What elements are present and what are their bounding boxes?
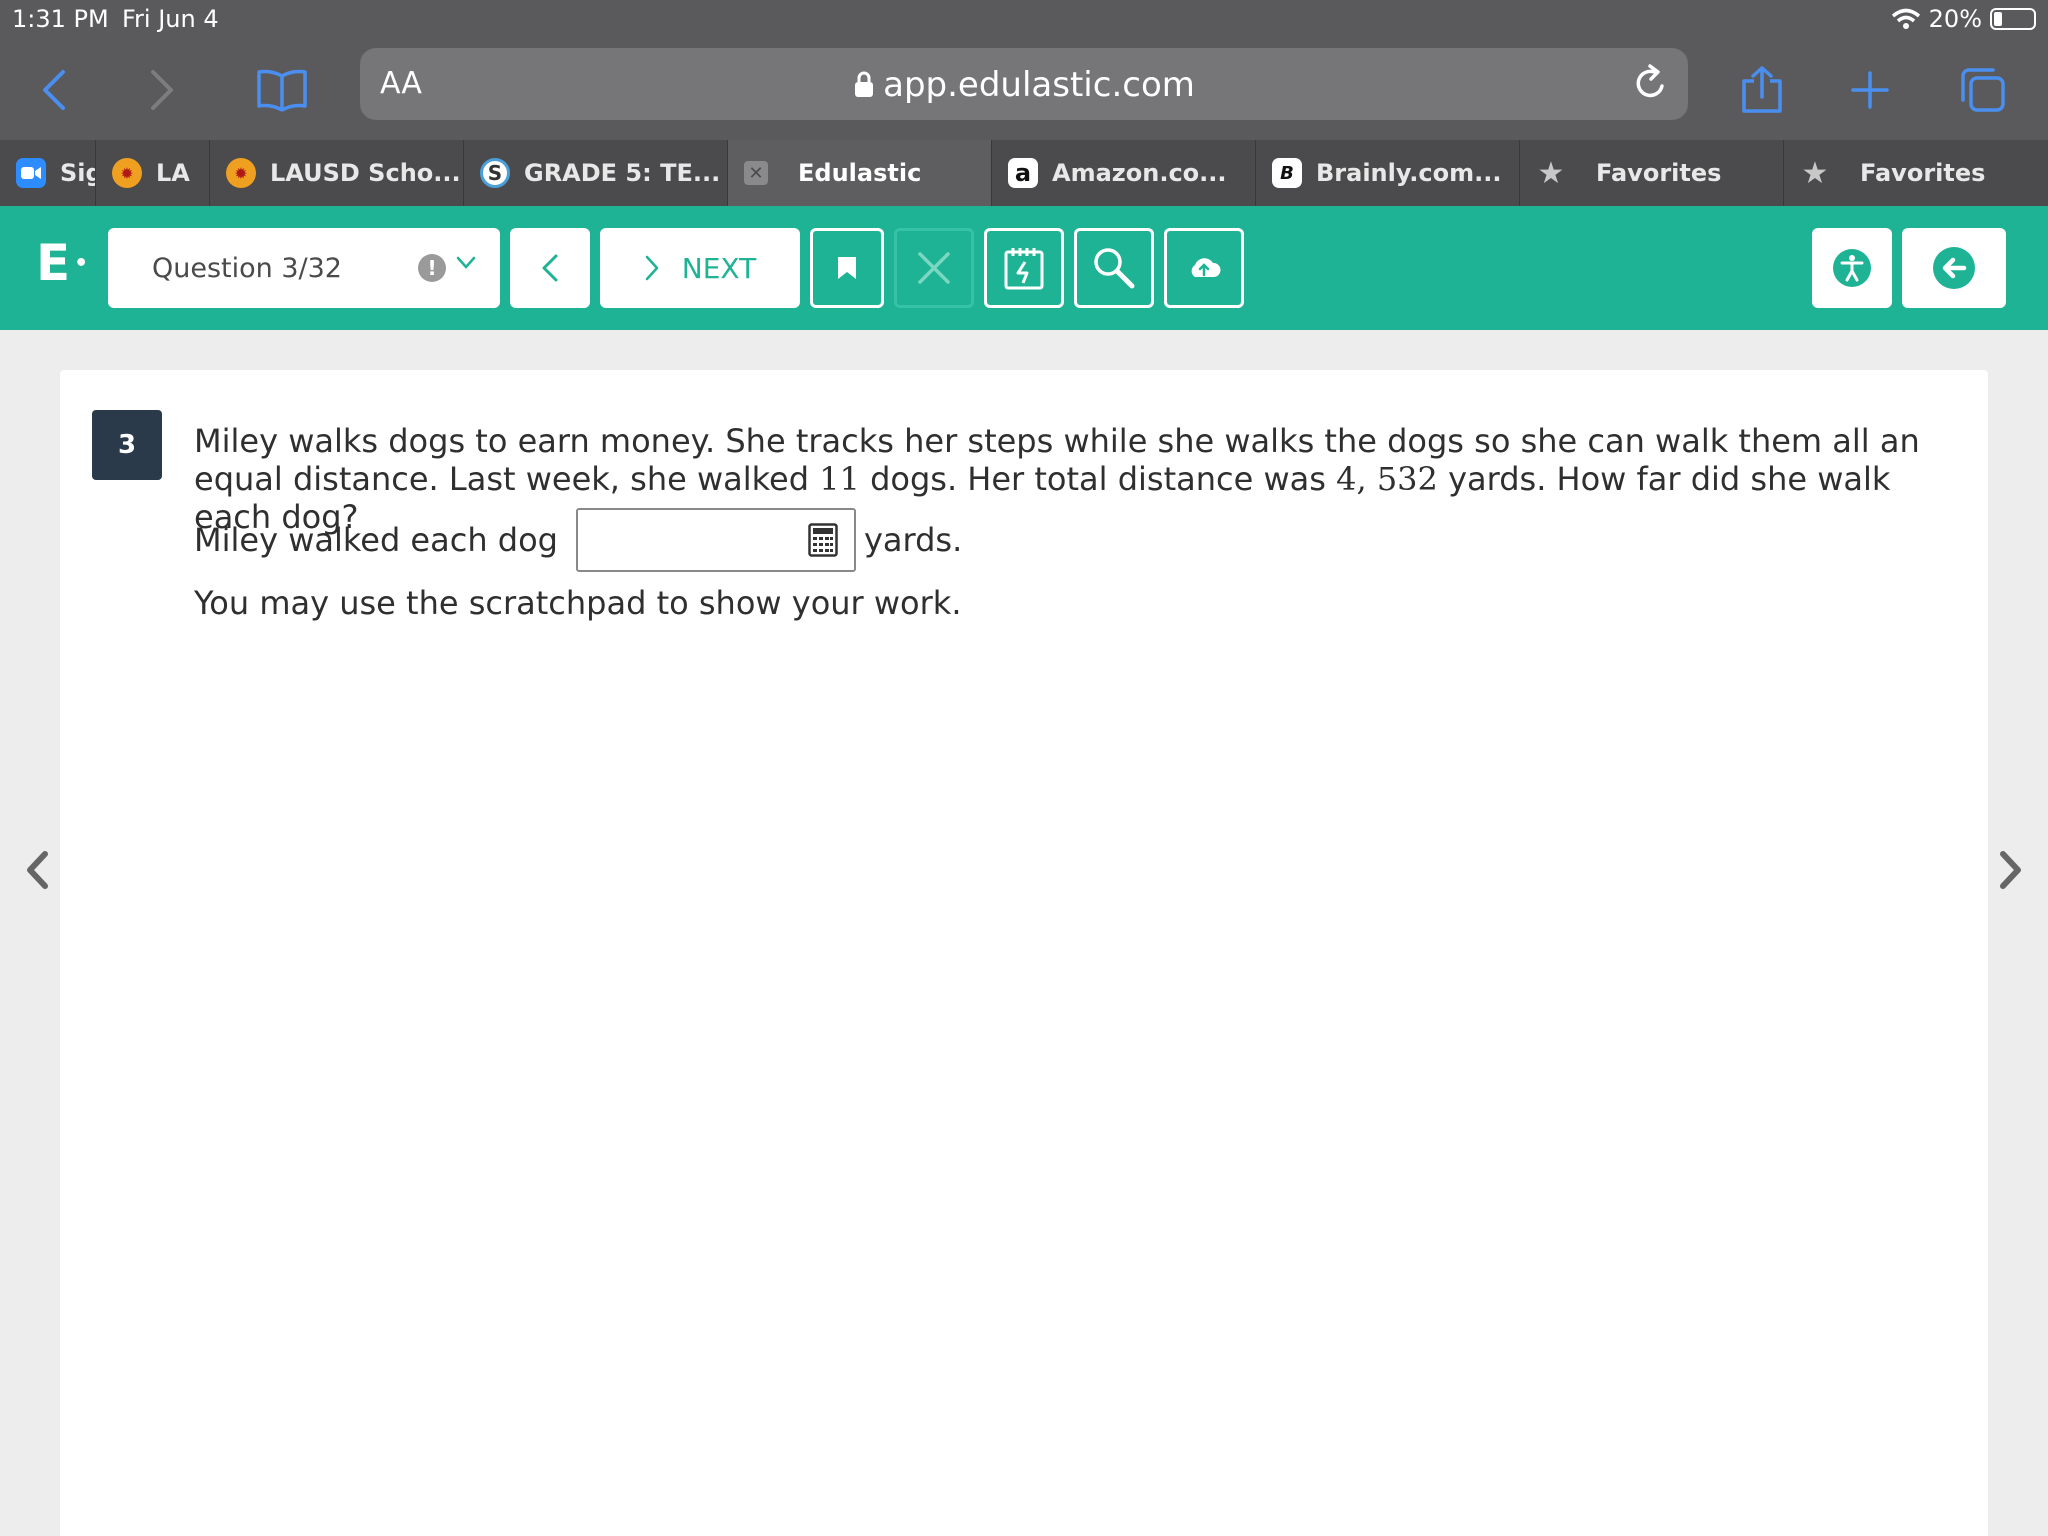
status-date: Fri Jun 4	[122, 5, 219, 33]
star-icon: ★	[1537, 155, 1565, 191]
previous-page-arrow-icon[interactable]	[24, 850, 50, 890]
tab-label: Edulastic	[798, 159, 922, 187]
question-selector-label: Question 3/32	[152, 252, 342, 284]
scratchpad-note: You may use the scratchpad to show your …	[194, 584, 962, 622]
exit-test-button[interactable]	[1902, 228, 2006, 308]
status-time: 1:31 PM	[12, 5, 109, 33]
tab-label: Favorites	[1860, 159, 1986, 187]
dogs-count: 11	[819, 460, 860, 498]
next-label: NEXT	[681, 251, 757, 285]
battery-icon	[1990, 8, 2036, 30]
previous-question-button[interactable]	[510, 228, 590, 308]
new-tab-icon[interactable]	[1840, 60, 1900, 120]
amazon-icon: a	[1008, 158, 1038, 188]
bookmark-icon	[838, 257, 856, 279]
lock-icon	[855, 71, 874, 97]
magnifier-icon	[1094, 248, 1135, 289]
prompt-text: dogs. Her total distance was	[859, 460, 1337, 498]
edulastic-logo: E •	[36, 234, 89, 292]
chevron-left-icon	[542, 254, 558, 282]
answer-input[interactable]	[575, 508, 856, 572]
scratchpad-button[interactable]	[984, 228, 1064, 308]
tab-label: GRADE 5: TE...	[524, 159, 721, 187]
upload-button[interactable]	[1164, 228, 1244, 308]
back-icon[interactable]	[24, 60, 84, 120]
battery-level	[1994, 12, 2002, 26]
magnifier-button[interactable]	[1074, 228, 1154, 308]
wifi-icon	[1891, 8, 1920, 29]
accessibility-icon	[1833, 249, 1871, 287]
tab-label: Favorites	[1596, 159, 1722, 187]
close-icon	[918, 252, 950, 284]
tab-lausd-schoology[interactable]: ✹ LAUSD Scho...	[210, 140, 464, 206]
tab-edulastic[interactable]: ✕ Edulastic	[728, 140, 992, 206]
tab-favorites[interactable]: ★ Favorites	[1784, 140, 2048, 206]
tab-amazon[interactable]: a Amazon.co...	[992, 140, 1256, 206]
tab-brainly[interactable]: B Brainly.com...	[1256, 140, 1520, 206]
question-selector[interactable]: Question 3/32 !	[108, 228, 500, 308]
accessibility-button[interactable]	[1812, 228, 1892, 308]
question-number-badge: 3	[92, 410, 162, 480]
answer-line: Miley walked each dog yards.	[194, 508, 962, 572]
tab-label: Sig	[60, 159, 95, 187]
tab-label: Brainly.com...	[1316, 159, 1502, 187]
forward-icon[interactable]	[132, 60, 192, 120]
next-page-arrow-icon[interactable]	[1998, 850, 2024, 890]
answer-suffix: yards.	[863, 521, 963, 559]
cloud-upload-icon	[1191, 258, 1221, 277]
star-icon: ★	[1801, 155, 1829, 191]
exit-arrow-icon	[1933, 247, 1975, 289]
status-bar: 1:31 PM Fri Jun 4 20%	[0, 0, 2048, 40]
tab-favorites[interactable]: ★ Favorites	[1520, 140, 1784, 206]
logo-letter: E	[36, 234, 71, 292]
tab-strip: Sig ✹ LA ✹ LAUSD Scho... S GRADE 5: TE..…	[0, 140, 2048, 206]
alert-icon: !	[418, 254, 446, 282]
lausd-icon: ✹	[112, 158, 142, 188]
assessment-toolbar: E • Question 3/32 ! NEXT	[0, 206, 2048, 330]
tab-label: LAUSD Scho...	[270, 159, 461, 187]
bookmark-button[interactable]	[810, 228, 884, 308]
browser-toolbar: AA app.edulastic.com	[0, 40, 2048, 140]
url-display[interactable]: app.edulastic.com	[360, 65, 1688, 105]
brainly-icon: B	[1272, 158, 1302, 188]
battery-percent: 20%	[1928, 5, 1982, 33]
close-tab-icon[interactable]: ✕	[744, 161, 768, 185]
share-icon[interactable]	[1732, 60, 1792, 120]
bookmarks-icon[interactable]	[252, 60, 312, 120]
status-indicators: 20%	[1891, 5, 2036, 33]
tabs-overview-icon[interactable]	[1952, 60, 2012, 120]
total-distance: 4, 532	[1336, 460, 1438, 498]
schoology-icon: S	[480, 158, 510, 188]
zoom-video-icon	[16, 158, 46, 188]
tab-la[interactable]: ✹ LA	[96, 140, 210, 206]
chevron-right-icon	[645, 255, 659, 281]
tab-label: Amazon.co...	[1052, 159, 1227, 187]
chevron-down-icon	[456, 256, 476, 269]
scratchpad-icon	[1004, 248, 1044, 290]
address-bar[interactable]: AA app.edulastic.com	[360, 48, 1688, 120]
tab-grade5[interactable]: S GRADE 5: TE...	[464, 140, 728, 206]
calculator-icon[interactable]	[808, 523, 838, 557]
url-text: app.edulastic.com	[883, 65, 1195, 105]
next-question-button[interactable]: NEXT	[600, 228, 800, 308]
question-card: 3 Miley walks dogs to earn money. She tr…	[60, 370, 1988, 1536]
answer-eliminator-button[interactable]	[894, 228, 974, 308]
tab-label: LA	[156, 159, 190, 187]
answer-prefix: Miley walked each dog	[194, 521, 558, 559]
lausd-icon: ✹	[226, 158, 256, 188]
tab-zoom[interactable]: Sig	[0, 140, 96, 206]
reload-icon[interactable]	[1630, 62, 1670, 104]
